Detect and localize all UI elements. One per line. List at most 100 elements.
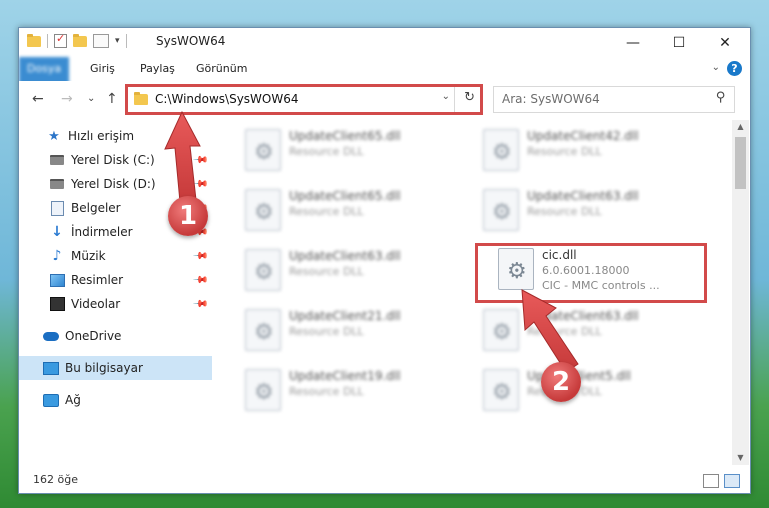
minimize-button[interactable]: — [610, 28, 656, 57]
sidebar-item-local-disk-d[interactable]: Yerel Disk (D:) 📌 [19, 172, 212, 196]
file-highlight-box [475, 243, 707, 303]
file-name: UpdateClient63.dll [527, 309, 639, 323]
details-view-icon[interactable] [703, 474, 719, 488]
toolbar-divider [125, 34, 127, 48]
file-item[interactable]: ⚙ UpdateClient65.dll Resource DLL [237, 125, 457, 175]
tab-view[interactable]: Görünüm [196, 57, 247, 81]
sidebar-item-quick-access[interactable]: ★ Hızlı erişim [19, 124, 212, 148]
up-button[interactable]: ↑ [106, 91, 118, 107]
address-highlight-box [125, 84, 483, 115]
properties-icon[interactable] [93, 34, 109, 48]
file-description: Resource DLL [527, 325, 602, 338]
search-box[interactable]: ⚲ [493, 86, 735, 113]
navigation-bar: ← → ⌄ ↑ C:\Windows\SysWOW64 ⌄ ↻ ⚲ [19, 81, 750, 119]
dll-file-icon: ⚙ [245, 189, 281, 231]
disk-icon [50, 179, 64, 189]
sidebar-item-this-pc[interactable]: Bu bilgisayar [19, 356, 212, 380]
file-item[interactable]: ⚙ UpdateClient63.dll Resource DLL [475, 305, 695, 355]
sidebar-item-label: İndirmeler [71, 225, 133, 239]
file-name: UpdateClient19.dll [289, 369, 401, 383]
computer-icon [43, 361, 59, 375]
dll-file-icon: ⚙ [245, 129, 281, 171]
search-input[interactable] [494, 87, 702, 110]
network-icon [43, 393, 59, 407]
file-description: Resource DLL [289, 205, 364, 218]
tab-home[interactable]: Giriş [90, 57, 115, 81]
dll-file-icon: ⚙ [245, 369, 281, 411]
help-icon[interactable]: ? [727, 61, 742, 76]
title-bar: ▾ SysWOW64 — ☐ ✕ [19, 28, 750, 57]
gear-icon: ⚙ [254, 200, 274, 225]
pin-icon[interactable]: 📌 [191, 248, 208, 265]
item-count: 162 öğe [33, 473, 78, 486]
file-item[interactable]: ⚙ UpdateClient42.dll Resource DLL [475, 125, 695, 175]
pin-icon[interactable]: 📌 [191, 176, 208, 193]
sidebar-item-label: Müzik [71, 249, 106, 263]
sidebar-item-label: Belgeler [71, 201, 121, 215]
gear-icon: ⚙ [492, 380, 512, 405]
forward-button[interactable]: → [61, 91, 73, 107]
tab-share[interactable]: Paylaş [140, 57, 175, 81]
maximize-button[interactable]: ☐ [656, 28, 702, 57]
file-description: Resource DLL [289, 145, 364, 158]
callout-2: 2 [541, 362, 581, 402]
gear-icon: ⚙ [492, 140, 512, 165]
dll-file-icon: ⚙ [483, 189, 519, 231]
gear-icon: ⚙ [492, 320, 512, 345]
sidebar-item-label: OneDrive [65, 329, 122, 343]
file-description: Resource DLL [527, 205, 602, 218]
new-folder-icon[interactable] [73, 33, 87, 47]
download-icon: ↓ [51, 224, 63, 240]
sidebar-item-videos[interactable]: Videolar 📌 [19, 292, 212, 316]
file-name: UpdateClient65.dll [289, 129, 401, 143]
file-item[interactable]: ⚙ UpdateClient21.dll Resource DLL [237, 305, 457, 355]
file-name: UpdateClient65.dll [289, 189, 401, 203]
sidebar-item-onedrive[interactable]: OneDrive [19, 324, 212, 348]
video-icon [49, 297, 65, 311]
ribbon-expand-icon[interactable]: ⌄ [712, 62, 720, 73]
disk-icon [50, 155, 64, 165]
sidebar-item-music[interactable]: ♪ Müzik 📌 [19, 244, 212, 268]
callout-1: 1 [168, 196, 208, 236]
sidebar-item-label: Yerel Disk (C:) [71, 153, 155, 167]
pin-icon[interactable]: 📌 [191, 152, 208, 169]
toolbar-divider [47, 34, 48, 48]
scroll-thumb[interactable] [735, 137, 746, 189]
star-icon: ★ [48, 128, 60, 144]
dll-file-icon: ⚙ [245, 309, 281, 351]
pin-icon[interactable]: 📌 [191, 296, 208, 313]
dll-file-icon: ⚙ [245, 249, 281, 291]
sidebar-item-pictures[interactable]: Resimler 📌 [19, 268, 212, 292]
file-name: UpdateClient21.dll [289, 309, 401, 323]
file-item[interactable]: ⚙ UpdateClient19.dll Resource DLL [237, 365, 457, 415]
file-item[interactable]: ⚙ UpdateClient63.dll Resource DLL [237, 245, 457, 295]
pin-icon[interactable]: 📌 [191, 272, 208, 289]
scroll-up-icon[interactable]: ▲ [732, 120, 749, 134]
scroll-down-icon[interactable]: ▼ [732, 451, 749, 465]
sidebar-item-network[interactable]: Ağ [19, 388, 212, 412]
vertical-scrollbar[interactable]: ▲ ▼ [732, 120, 749, 465]
toolbar-dropdown-icon[interactable]: ▾ [115, 36, 120, 46]
dll-file-icon: ⚙ [483, 129, 519, 171]
recent-locations-button[interactable]: ⌄ [87, 93, 95, 104]
file-item[interactable]: ⚙ UpdateClient65.dll Resource DLL [237, 185, 457, 235]
file-description: Resource DLL [527, 145, 602, 158]
close-button[interactable]: ✕ [702, 28, 748, 57]
file-item[interactable]: ⚙ UpdateClient5.dll Resource DLL [475, 365, 695, 415]
sidebar-item-local-disk-c[interactable]: Yerel Disk (C:) 📌 [19, 148, 212, 172]
document-icon [50, 200, 64, 216]
back-button[interactable]: ← [32, 91, 44, 107]
file-item[interactable]: ⚙ UpdateClient63.dll Resource DLL [475, 185, 695, 235]
file-description: Resource DLL [289, 325, 364, 338]
navigation-pane: ★ Hızlı erişim Yerel Disk (C:) 📌 Yerel D… [19, 120, 212, 465]
tiles-view-icon[interactable] [724, 474, 740, 488]
dll-file-icon: ⚙ [483, 369, 519, 411]
gear-icon: ⚙ [254, 260, 274, 285]
pictures-icon [49, 273, 65, 287]
sidebar-item-label: Yerel Disk (D:) [71, 177, 156, 191]
search-icon[interactable]: ⚲ [716, 90, 726, 105]
properties-check-icon[interactable] [54, 32, 67, 48]
gear-icon: ⚙ [254, 320, 274, 345]
ribbon: Dosya Giriş Paylaş Görünüm ⌄ ? [19, 57, 750, 107]
sidebar-item-label: Hızlı erişim [68, 129, 135, 143]
